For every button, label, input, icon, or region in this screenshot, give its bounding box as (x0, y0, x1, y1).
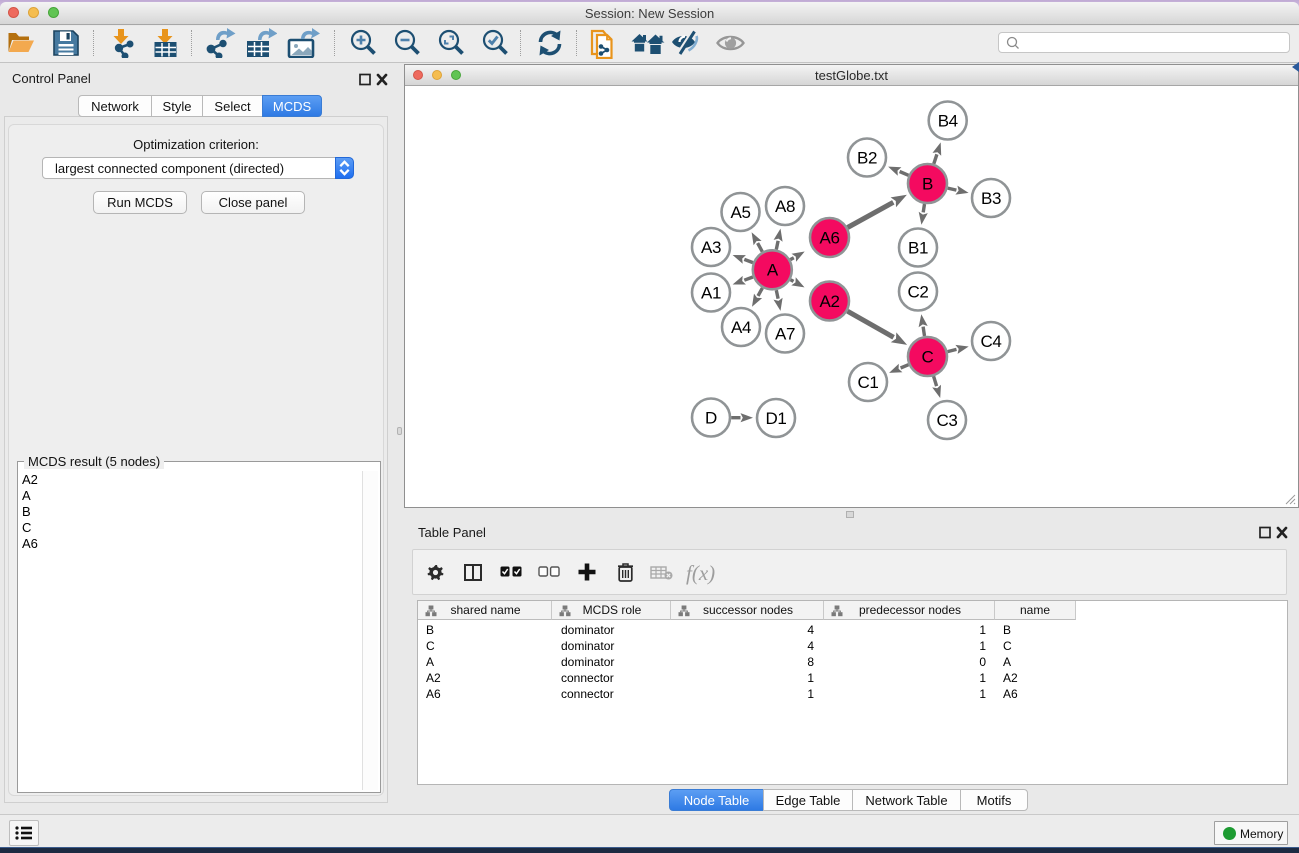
svg-text:A8: A8 (775, 197, 795, 216)
svg-text:A4: A4 (731, 318, 751, 337)
svg-text:A1: A1 (701, 283, 721, 302)
svg-text:C1: C1 (858, 373, 879, 392)
svg-text:C: C (922, 347, 934, 366)
svg-text:A6: A6 (820, 228, 840, 247)
svg-text:A5: A5 (731, 203, 751, 222)
svg-text:B3: B3 (981, 189, 1001, 208)
svg-text:C4: C4 (981, 332, 1002, 351)
svg-text:C2: C2 (908, 282, 929, 301)
svg-text:D: D (705, 408, 717, 427)
svg-text:A3: A3 (701, 238, 721, 257)
svg-text:A2: A2 (820, 292, 840, 311)
svg-text:A: A (767, 261, 779, 280)
svg-text:B: B (922, 174, 933, 193)
svg-text:C3: C3 (937, 411, 958, 430)
svg-text:A7: A7 (775, 324, 795, 343)
svg-text:B1: B1 (908, 238, 928, 257)
svg-text:B2: B2 (857, 148, 877, 167)
svg-text:D1: D1 (766, 409, 787, 428)
svg-text:B4: B4 (938, 111, 958, 130)
